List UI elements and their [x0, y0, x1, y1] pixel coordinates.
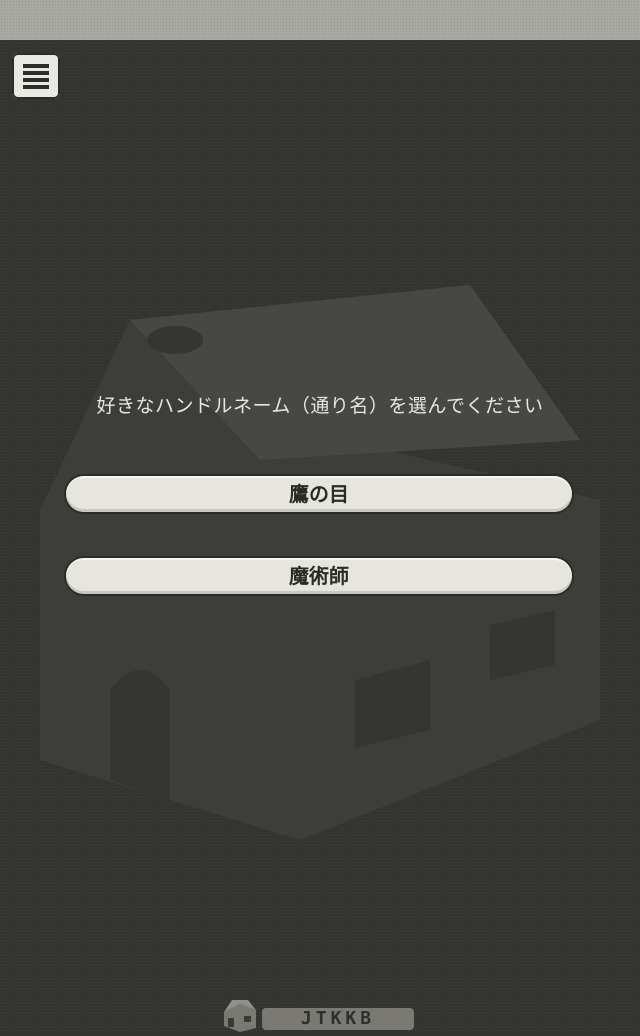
choice-button-1[interactable]: 鷹の目 — [66, 476, 572, 512]
menu-button[interactable] — [12, 53, 60, 99]
choice-button-2[interactable]: 魔術師 — [66, 558, 572, 594]
background-house-illustration — [40, 285, 600, 840]
hamburger-menu-icon — [23, 64, 49, 89]
footer-logo: JTKKB — [222, 998, 418, 1032]
house-logo-icon — [224, 1000, 256, 1032]
status-bar — [0, 0, 640, 40]
handle-name-prompt: 好きなハンドルネーム（通り名）を選んでください — [96, 395, 544, 417]
brand-wordmark: JTKKB — [262, 1008, 414, 1030]
